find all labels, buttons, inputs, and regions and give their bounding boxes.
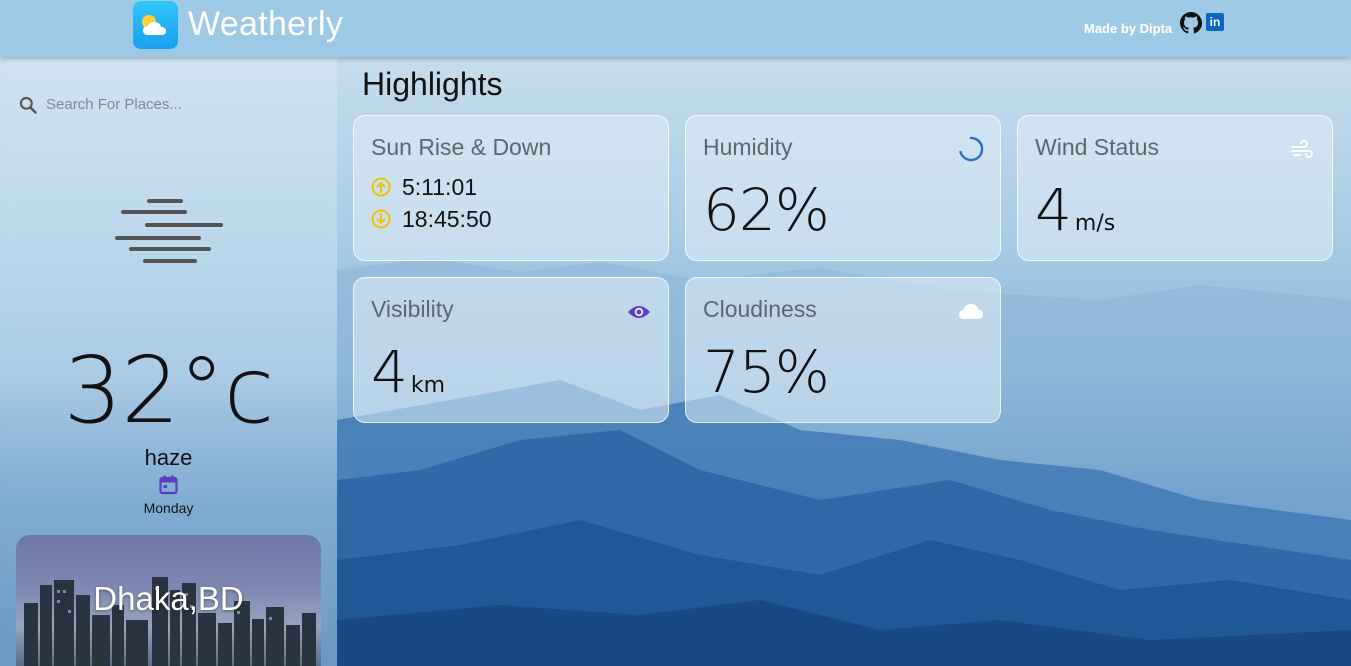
visibility-title: Visibility — [371, 296, 454, 322]
visibility-value: 4 — [371, 338, 408, 406]
wind-status-card: Wind Status 4 m/s — [1017, 115, 1333, 261]
search-input[interactable] — [46, 93, 306, 115]
github-icon[interactable] — [1180, 12, 1202, 34]
cloudiness-value: 75% — [703, 338, 830, 406]
sunset-icon — [371, 209, 391, 229]
current-day: Monday — [143, 500, 194, 516]
sunrise-row: 5:11:01 — [371, 174, 477, 200]
city-name: Dhaka,BD — [93, 580, 244, 617]
sun-card-title: Sun Rise & Down — [371, 134, 552, 160]
search-icon[interactable] — [18, 95, 38, 115]
app-title[interactable]: Weatherly — [188, 5, 343, 44]
linkedin-icon[interactable]: in — [1206, 13, 1224, 31]
wind-title: Wind Status — [1035, 134, 1159, 160]
weather-condition: haze — [144, 445, 193, 470]
sunrise-icon — [371, 177, 391, 197]
wind-unit: m/s — [1074, 211, 1116, 236]
cloud-icon — [959, 304, 983, 319]
humidity-spinner-icon — [959, 136, 984, 162]
current-temperature: 32°c — [63, 337, 275, 444]
sidebar: 32°c haze Monday — [0, 57, 337, 666]
wind-icon — [1291, 140, 1313, 158]
wind-value: 4 — [1035, 176, 1072, 244]
humidity-value: 62% — [703, 176, 830, 244]
calendar-icon — [159, 475, 178, 495]
eye-icon — [628, 306, 650, 318]
sunset-row: 18:45:50 — [371, 206, 492, 232]
sunset-time: 18:45:50 — [402, 205, 492, 232]
visibility-value-row: 4 km — [371, 338, 445, 406]
app-header: Weatherly Made by Dipta in — [0, 0, 1351, 57]
haze-icon — [115, 199, 223, 263]
sunrise-time: 5:11:01 — [402, 173, 478, 200]
visibility-card: Visibility 4 km — [353, 277, 669, 423]
visibility-unit: km — [410, 373, 446, 398]
humidity-title: Humidity — [703, 134, 793, 160]
sunrise-sunset-card: Sun Rise & Down 5:11:01 18:45:50 — [353, 115, 669, 261]
humidity-card: Humidity 62% — [685, 115, 1001, 261]
highlights-title: Highlights — [362, 66, 503, 102]
cloudiness-title: Cloudiness — [703, 296, 817, 322]
cloudiness-card: Cloudiness 75% — [685, 277, 1001, 423]
city-card: Dhaka,BD — [16, 535, 321, 666]
weather-logo-icon[interactable] — [133, 1, 178, 49]
wind-value-row: 4 m/s — [1035, 176, 1115, 244]
made-by-text: Made by Dipta — [1084, 21, 1173, 36]
